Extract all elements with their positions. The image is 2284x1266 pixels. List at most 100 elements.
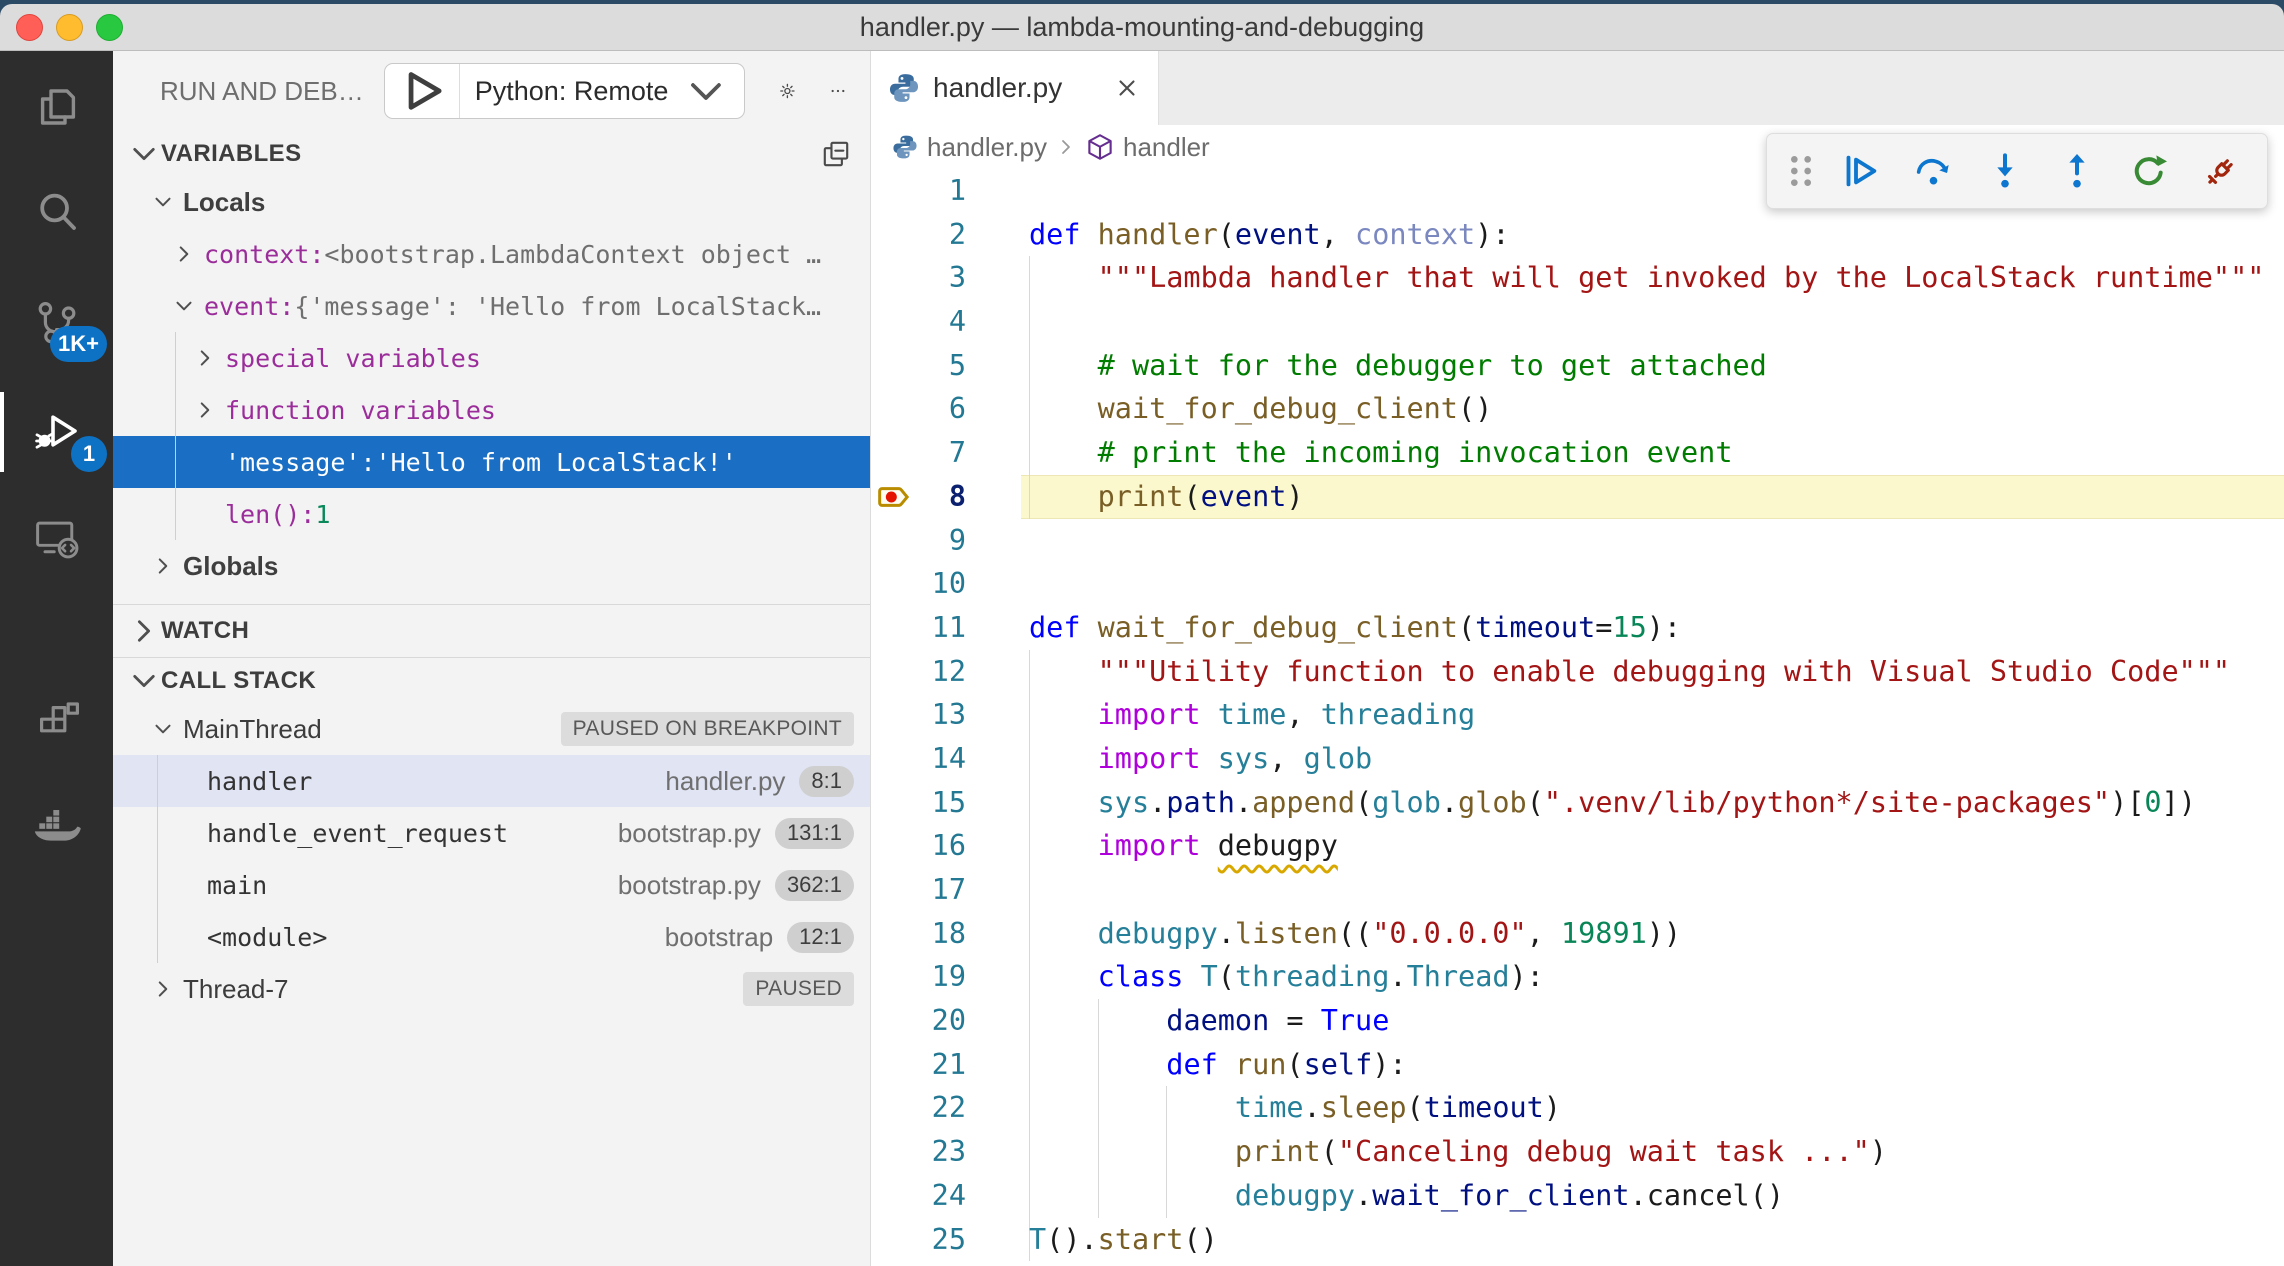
variable-row[interactable]: function variables [113, 384, 870, 436]
activity-item-remote-explorer[interactable] [0, 509, 113, 565]
tab-handler-py[interactable]: handler.py [871, 51, 1159, 125]
code-line-9[interactable]: 9 [871, 519, 2284, 563]
continue-button[interactable] [1825, 140, 1897, 202]
code-line-14[interactable]: 14 import sys, glob [871, 737, 2284, 781]
more-actions-icon[interactable] [830, 72, 846, 110]
code-line-23[interactable]: 23 print("Canceling debug wait task ..."… [871, 1130, 2284, 1174]
line-number[interactable]: 23 [871, 1130, 966, 1174]
line-number[interactable]: 24 [871, 1174, 966, 1218]
code-line-7[interactable]: 7 # print the incoming invocation event [871, 431, 2284, 475]
line-number[interactable]: 3 [871, 256, 966, 300]
scope-globals[interactable]: Globals [113, 540, 870, 592]
activity-item-run-and-debug[interactable]: 1 [0, 404, 113, 460]
scope-locals[interactable]: Locals [113, 176, 870, 228]
launch-config-dropdown[interactable]: Python: Remote [384, 63, 746, 119]
line-number[interactable]: 11 [871, 606, 966, 650]
collapse-all-icon[interactable] [820, 138, 852, 170]
variable-row[interactable]: special variables [113, 332, 870, 384]
code-line-19[interactable]: 19 class T(threading.Thread): [871, 955, 2284, 999]
code-line-24[interactable]: 24 debugpy.wait_for_client.cancel() [871, 1174, 2284, 1218]
callstack-thread-thread7[interactable]: Thread-7PAUSED [113, 963, 870, 1015]
indent-guide [1029, 300, 1030, 344]
line-number[interactable]: 12 [871, 650, 966, 694]
code-text: time.sleep(timeout) [1029, 1086, 1561, 1130]
code-line-4[interactable]: 4 [871, 300, 2284, 344]
line-number[interactable]: 20 [871, 999, 966, 1043]
call-stack-section-header[interactable]: CALL STACK [113, 658, 870, 703]
variable-row[interactable]: len(): 1 [113, 488, 870, 540]
activity-item-search[interactable] [0, 184, 113, 240]
start-debugging-icon[interactable] [385, 65, 459, 117]
watch-section-header[interactable]: WATCH [113, 604, 870, 658]
disconnect-button[interactable] [2185, 140, 2257, 202]
code-line-6[interactable]: 6 wait_for_debug_client() [871, 387, 2284, 431]
close-tab-icon[interactable] [1110, 71, 1144, 105]
breadcrumb-file[interactable]: handler.py [927, 132, 1047, 163]
variable-row[interactable]: event: {'message': 'Hello from LocalStac… [113, 280, 870, 332]
line-number[interactable]: 15 [871, 781, 966, 825]
step-over-button[interactable] [1897, 140, 1969, 202]
callstack-thread-mainthread[interactable]: MainThreadPAUSED ON BREAKPOINT [113, 703, 870, 755]
activity-item-extensions[interactable] [0, 694, 113, 750]
code-area[interactable]: 12def handler(event, context):3 """Lambd… [871, 169, 2284, 1266]
code-line-20[interactable]: 20 daemon = True [871, 999, 2284, 1043]
line-number[interactable]: 4 [871, 300, 966, 344]
line-number[interactable]: 7 [871, 431, 966, 475]
minimize-window-button[interactable] [56, 14, 83, 41]
zoom-window-button[interactable] [96, 14, 123, 41]
line-number[interactable]: 25 [871, 1218, 966, 1262]
toolbar-gripper[interactable] [1777, 140, 1825, 202]
code-line-22[interactable]: 22 time.sleep(timeout) [871, 1086, 2284, 1130]
restart-button[interactable] [2113, 140, 2185, 202]
variables-section-header[interactable]: VARIABLES [113, 131, 870, 176]
line-number[interactable]: 16 [871, 824, 966, 868]
line-number[interactable]: 1 [871, 169, 966, 213]
code-line-11[interactable]: 11def wait_for_debug_client(timeout=15): [871, 606, 2284, 650]
line-number[interactable]: 10 [871, 562, 966, 606]
code-text: print("Canceling debug wait task ...") [1029, 1130, 1887, 1174]
token: """Utility function to enable debugging … [1029, 655, 2230, 688]
code-line-2[interactable]: 2def handler(event, context): [871, 213, 2284, 257]
code-line-5[interactable]: 5 # wait for the debugger to get attache… [871, 344, 2284, 388]
line-number[interactable]: 6 [871, 387, 966, 431]
close-window-button[interactable] [16, 14, 43, 41]
activity-item-source-control[interactable]: 1K+ [0, 294, 113, 350]
callstack-frame-handleeventrequest[interactable]: handle_event_requestbootstrap.py131:1 [113, 807, 870, 859]
line-number[interactable]: 22 [871, 1086, 966, 1130]
code-line-12[interactable]: 12 """Utility function to enable debuggi… [871, 650, 2284, 694]
breakpoint-current-line-icon[interactable] [875, 477, 915, 517]
activity-item-explorer[interactable] [0, 79, 113, 135]
line-number[interactable]: 2 [871, 213, 966, 257]
line-number[interactable]: 19 [871, 955, 966, 999]
line-number[interactable]: 18 [871, 912, 966, 956]
callstack-frame-module[interactable]: <module>bootstrap12:1 [113, 911, 870, 963]
token: . [1218, 917, 1235, 950]
line-number[interactable]: 13 [871, 693, 966, 737]
token: = [1595, 611, 1612, 644]
line-number[interactable]: 9 [871, 519, 966, 563]
step-out-button[interactable] [2041, 140, 2113, 202]
activity-item-docker[interactable] [0, 799, 113, 855]
breadcrumb-symbol[interactable]: handler [1123, 132, 1210, 163]
token: True [1321, 1004, 1390, 1037]
callstack-frame-main[interactable]: mainbootstrap.py362:1 [113, 859, 870, 911]
gear-icon[interactable] [779, 71, 796, 111]
code-line-16[interactable]: 16 import debugpy [871, 824, 2284, 868]
variable-row[interactable]: 'message': 'Hello from LocalStack!' [113, 436, 870, 488]
code-line-21[interactable]: 21 def run(self): [871, 1043, 2284, 1087]
code-line-17[interactable]: 17 [871, 868, 2284, 912]
code-line-18[interactable]: 18 debugpy.listen(("0.0.0.0", 19891)) [871, 912, 2284, 956]
code-line-13[interactable]: 13 import time, threading [871, 693, 2284, 737]
line-number[interactable]: 14 [871, 737, 966, 781]
line-number[interactable]: 21 [871, 1043, 966, 1087]
callstack-frame-handler[interactable]: handlerhandler.py8:1 [113, 755, 870, 807]
code-line-15[interactable]: 15 sys.path.append(glob.glob(".venv/lib/… [871, 781, 2284, 825]
line-number[interactable]: 5 [871, 344, 966, 388]
step-into-button[interactable] [1969, 140, 2041, 202]
code-line-3[interactable]: 3 """Lambda handler that will get invoke… [871, 256, 2284, 300]
code-line-10[interactable]: 10 [871, 562, 2284, 606]
code-line-8[interactable]: 8 print(event) [871, 475, 2284, 519]
line-number[interactable]: 17 [871, 868, 966, 912]
code-line-25[interactable]: 25T().start() [871, 1218, 2284, 1262]
variable-row[interactable]: context: <bootstrap.LambdaContext object… [113, 228, 870, 280]
